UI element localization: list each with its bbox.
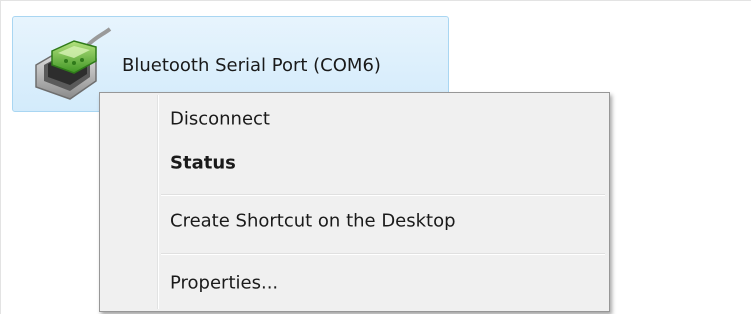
menu-separator bbox=[161, 194, 605, 196]
menu-item-status[interactable]: Status bbox=[102, 143, 607, 183]
menu-item-label: Properties... bbox=[170, 272, 279, 294]
menu-item-create-shortcut[interactable]: Create Shortcut on the Desktop bbox=[102, 201, 607, 241]
device-name-label: Bluetooth Serial Port (COM6) bbox=[122, 55, 381, 76]
menu-item-label: Status bbox=[170, 152, 236, 174]
menu-item-label: Create Shortcut on the Desktop bbox=[170, 210, 456, 232]
context-menu: Disconnect Status Create Shortcut on the… bbox=[99, 92, 610, 312]
menu-item-disconnect[interactable]: Disconnect bbox=[102, 99, 607, 139]
menu-item-label: Disconnect bbox=[170, 108, 270, 130]
devices-pane: Bluetooth Serial Port (COM6) Disconnect … bbox=[0, 0, 751, 314]
menu-item-properties[interactable]: Properties... bbox=[102, 263, 607, 303]
menu-separator bbox=[161, 253, 605, 255]
